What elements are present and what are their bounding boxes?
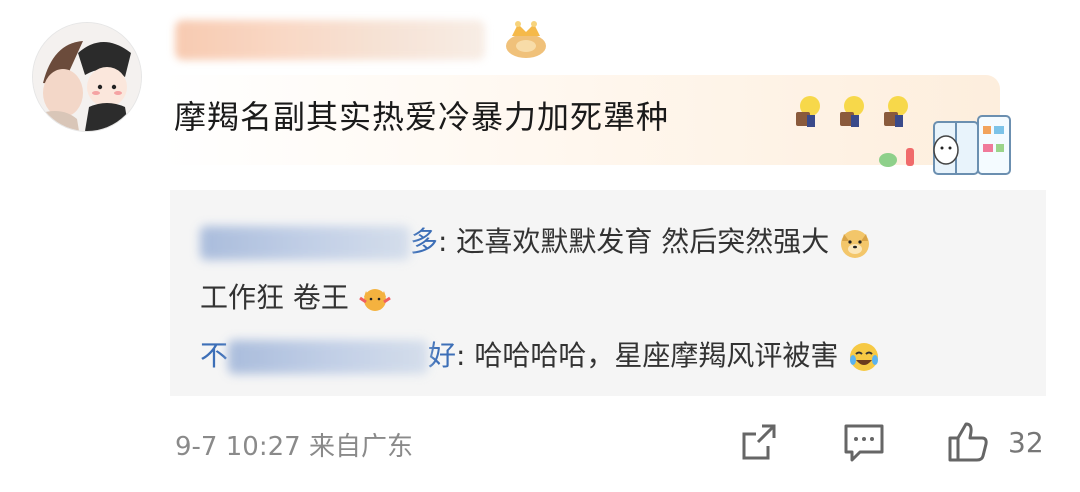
reply-2-username-tail[interactable]: 好 <box>428 339 456 372</box>
comment-icon[interactable] <box>842 420 886 464</box>
comment-location: 来自广东 <box>308 432 413 462</box>
reply-1-text-line-2: 工作狂 卷王 <box>200 281 349 314</box>
replies-panel[interactable]: 多: 还喜欢默默发育 然后突然强大 工作狂 卷王 不 好: 哈哈哈哈，星座摩羯风评… <box>170 190 1046 396</box>
member-crown-icon <box>506 21 546 58</box>
reply-2-text: : 哈哈哈哈，星座摩羯风评被害 <box>456 339 839 372</box>
lightbulb-emoji-icon <box>788 92 828 132</box>
reply-1-text-line-1: : 还喜欢默默发育 然后突然强大 <box>438 225 830 258</box>
laughing-tears-emoji-icon <box>847 340 881 374</box>
comment-text: 摩羯名副其实热爱冷暴力加死犟种 <box>174 98 670 136</box>
reply-1-line-2: 工作狂 卷王 <box>200 276 392 316</box>
reply-1-line-1[interactable]: 多: 还喜欢默默发育 然后突然强大 <box>200 220 872 260</box>
reply-2-line[interactable]: 不 好: 哈哈哈哈，星座摩羯风评被害 <box>200 334 881 374</box>
fridge-sticker-icon <box>879 115 1011 175</box>
reply-2-username-head[interactable]: 不 <box>200 339 228 372</box>
comment-time: 10:27 <box>225 432 301 462</box>
cheering-cat-emoji-icon <box>358 282 392 316</box>
doge-emoji-icon <box>838 226 872 260</box>
lightbulb-emoji-icon <box>832 92 872 132</box>
comment-date: 9-7 <box>175 432 218 462</box>
reply-2-username-blurred[interactable] <box>228 340 429 374</box>
username-blurred[interactable] <box>175 20 485 60</box>
like-count: 32 <box>1008 426 1044 459</box>
reply-1-username-tail[interactable]: 多 <box>410 225 438 258</box>
reply-1-username-blurred[interactable] <box>200 226 410 260</box>
comment-meta: 9-7 10:27 来自广东 <box>175 426 413 463</box>
like-thumb-icon[interactable] <box>946 420 990 464</box>
avatar[interactable] <box>32 22 142 132</box>
share-icon[interactable] <box>738 420 782 464</box>
avatar-illustration <box>33 23 141 131</box>
